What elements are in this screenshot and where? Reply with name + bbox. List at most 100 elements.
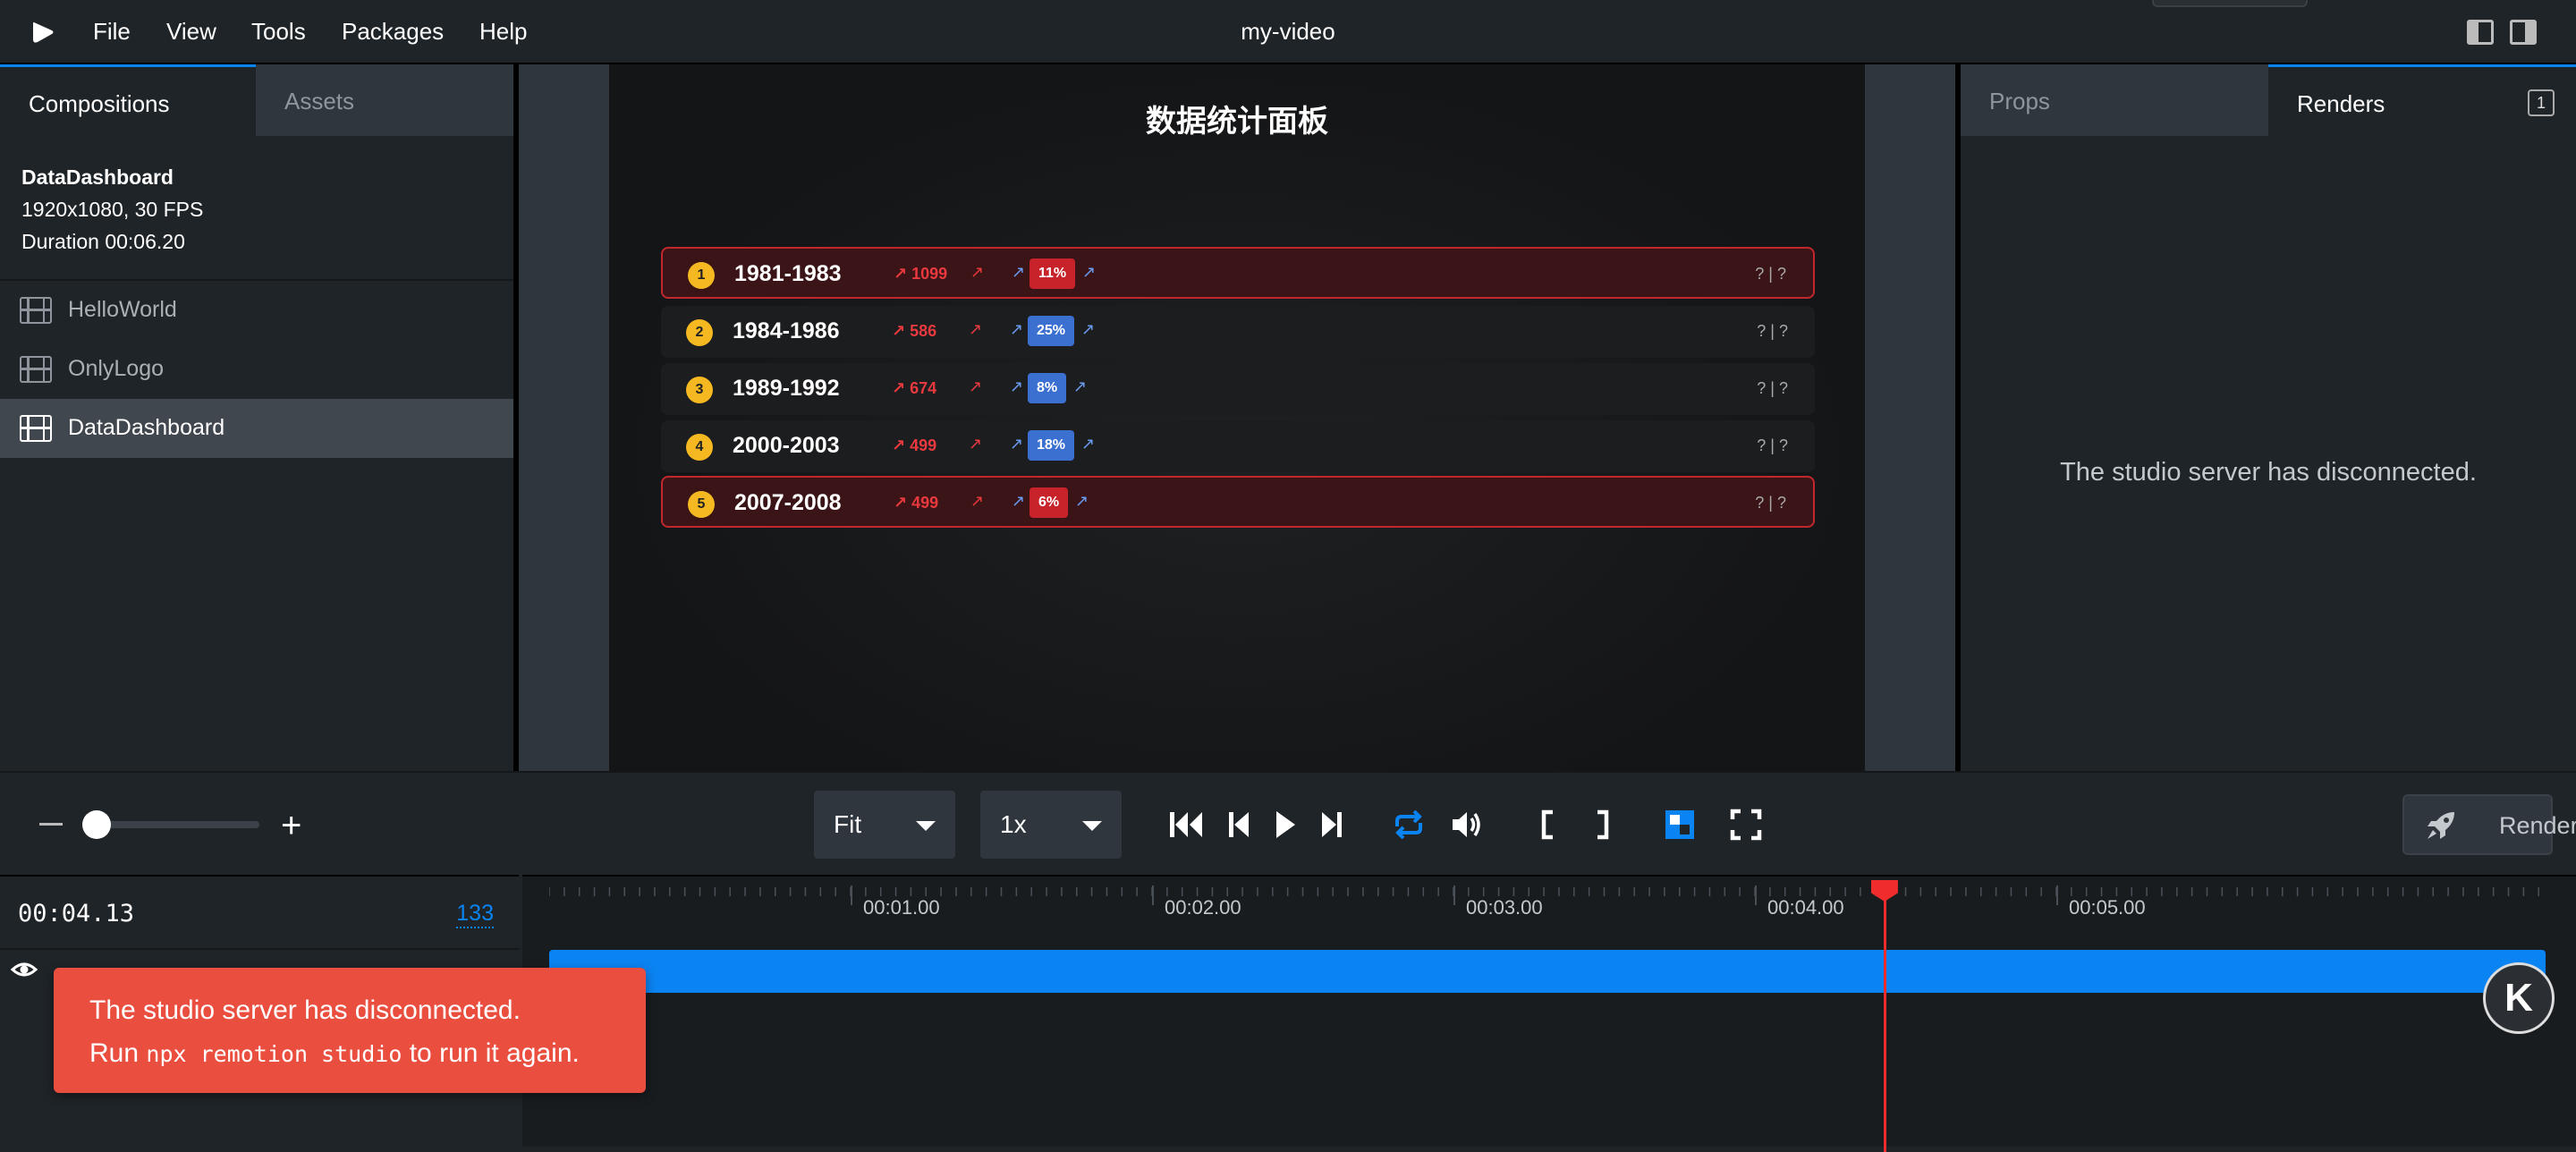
arrow-up-icon: ↗ — [1081, 435, 1096, 453]
arrow-up-icon: ↗ — [1073, 377, 1088, 395]
arrow-up-icon: ↗ — [1082, 263, 1097, 281]
render-button[interactable]: Render — [2402, 794, 2576, 855]
volume-icon[interactable] — [1451, 809, 1483, 841]
row-value: ↗ 674 — [892, 379, 937, 397]
menu-file[interactable]: File — [93, 18, 131, 46]
row-tail: ? | ? — [1757, 436, 1788, 454]
menu-view[interactable]: View — [166, 18, 216, 46]
in-point-icon[interactable] — [1540, 809, 1556, 841]
playhead-handle[interactable] — [1870, 880, 1898, 902]
composition-item-label: HelloWorld — [68, 297, 177, 322]
toast-line-2: Run npx remotion studio to run it again. — [89, 1032, 646, 1076]
ruler-label: 00:05.00 — [2069, 896, 2146, 919]
row-value: ↗ 499 — [894, 494, 939, 512]
zoom-slider-handle[interactable] — [82, 810, 111, 839]
arrow-up-icon: ↗ — [969, 320, 983, 338]
composition-info: DataDashboard 1920x1080, 30 FPS Duration… — [21, 161, 203, 258]
rank-badge: 4 — [686, 434, 713, 461]
playback-controls: + Fit 1x Render — [0, 771, 2576, 873]
row-period: 1984-1986 — [733, 318, 840, 343]
menu-packages[interactable]: Packages — [342, 18, 444, 46]
row-period: 1981-1983 — [734, 261, 842, 286]
toast-run-label: Run — [89, 1038, 140, 1068]
zoom-slider[interactable] — [89, 821, 259, 828]
toast-line-1: The studio server has disconnected. — [89, 995, 521, 1025]
out-point-icon[interactable] — [1594, 809, 1610, 841]
fullscreen-icon[interactable] — [1730, 809, 1762, 841]
menu-bar: File View Tools Packages Help my-video — [0, 0, 2576, 64]
toast-command: npx remotion studio — [146, 1041, 402, 1067]
zoom-out-icon[interactable] — [39, 823, 63, 826]
timeline[interactable]: 00:01.00 00:02.00 00:03.00 00:04.00 00:05.00 — [522, 875, 2576, 1152]
composition-item-onlylogo[interactable]: OnlyLogo — [0, 340, 513, 399]
loop-icon[interactable] — [1392, 809, 1426, 841]
video-preview: 数据统计面板 1 1981-1983 ↗ 1099 ↗ ↗ 11% ↗? | ? 2 1984-… — [609, 64, 1865, 771]
toggle-right-panel-icon[interactable] — [2510, 20, 2537, 45]
floating-toolbar-stub — [2152, 0, 2308, 7]
tab-assets[interactable]: Assets — [256, 64, 513, 136]
dashboard-row: 4 2000-2003 ↗ 499 ↗ ↗ 18% ↗? | ? — [661, 420, 1815, 472]
zoom-in-icon[interactable]: + — [281, 808, 301, 843]
row-period: 2007-2008 — [734, 490, 842, 515]
composition-item-datadashboard[interactable]: DataDashboard — [0, 399, 513, 458]
ruler-label: 00:03.00 — [1466, 896, 1543, 919]
menu-help[interactable]: Help — [479, 18, 527, 46]
current-frame[interactable]: 133 — [456, 900, 494, 928]
ruler-major-tick — [1453, 885, 1455, 905]
dashboard-row: 3 1989-1992 ↗ 674 ↗ ↗ 8% ↗? | ? — [661, 363, 1815, 415]
toggle-left-panel-icon[interactable] — [2467, 20, 2494, 45]
ruler-major-tick — [1152, 885, 1154, 905]
composition-list: HelloWorld OnlyLogo DataDashboard — [0, 279, 513, 458]
arrow-up-icon: ↗ — [1075, 492, 1089, 510]
step-back-icon[interactable] — [1227, 809, 1250, 841]
tab-props[interactable]: Props — [1961, 64, 2268, 136]
row-tail: ? | ? — [1757, 379, 1788, 397]
row-period: 2000-2003 — [733, 433, 840, 458]
play-icon[interactable] — [1274, 809, 1297, 841]
speed-select-value: 1x — [1000, 810, 1027, 838]
timeline-ruler[interactable] — [549, 880, 2553, 898]
avatar[interactable]: K — [2483, 962, 2555, 1034]
row-value: ↗ 499 — [892, 436, 937, 454]
composition-item-helloworld[interactable]: HelloWorld — [0, 281, 513, 340]
ruler-label: 00:02.00 — [1165, 896, 1241, 919]
ruler-major-tick — [1755, 885, 1757, 905]
composition-item-label: OnlyLogo — [68, 356, 165, 381]
composition-item-label: DataDashboard — [68, 415, 225, 440]
film-icon — [20, 415, 52, 442]
tab-compositions[interactable]: Compositions — [0, 64, 256, 136]
speed-select[interactable]: 1x — [980, 791, 1122, 859]
playhead[interactable] — [1883, 893, 1886, 1152]
arrow-up-icon: ↗ — [970, 492, 985, 510]
arrow-up-icon: ↗ — [1012, 263, 1026, 281]
arrow-up-icon: ↗ — [1081, 320, 1096, 338]
row-value: ↗ 586 — [892, 322, 937, 340]
dashboard-title: 数据统计面板 — [1146, 105, 1328, 139]
chevron-down-icon — [916, 821, 936, 831]
row-value: ↗ 1099 — [894, 265, 948, 283]
eye-icon[interactable] — [11, 959, 38, 980]
rank-badge: 3 — [686, 377, 713, 403]
ruler-major-tick — [2056, 885, 2058, 905]
row-percent: 6% — [1030, 487, 1069, 518]
ruler-label: 00:01.00 — [863, 896, 940, 919]
row-percent: 18% — [1028, 430, 1075, 461]
menu-tools[interactable]: Tools — [251, 18, 306, 46]
divider — [0, 948, 519, 950]
ruler-major-tick — [851, 885, 852, 905]
jump-to-start-icon[interactable] — [1168, 809, 1204, 841]
rank-badge: 2 — [686, 319, 713, 346]
step-forward-icon[interactable] — [1320, 809, 1343, 841]
composition-track[interactable] — [549, 950, 2546, 993]
compositions-panel: Compositions Assets DataDashboard 1920x1… — [0, 64, 513, 771]
remotion-logo-icon[interactable] — [30, 20, 55, 45]
rank-badge: 5 — [688, 491, 715, 518]
checkerboard-icon[interactable] — [1664, 809, 1696, 841]
dashboard-row: 5 2007-2008 ↗ 499 ↗ ↗ 6% ↗? | ? — [661, 476, 1815, 528]
size-select[interactable]: Fit — [814, 791, 955, 859]
arrow-up-icon: ↗ — [969, 377, 983, 395]
row-tail: ? | ? — [1757, 322, 1788, 340]
arrow-up-icon: ↗ — [970, 263, 985, 281]
rank-badge: 1 — [688, 262, 715, 289]
arrow-up-icon: ↗ — [969, 435, 983, 453]
